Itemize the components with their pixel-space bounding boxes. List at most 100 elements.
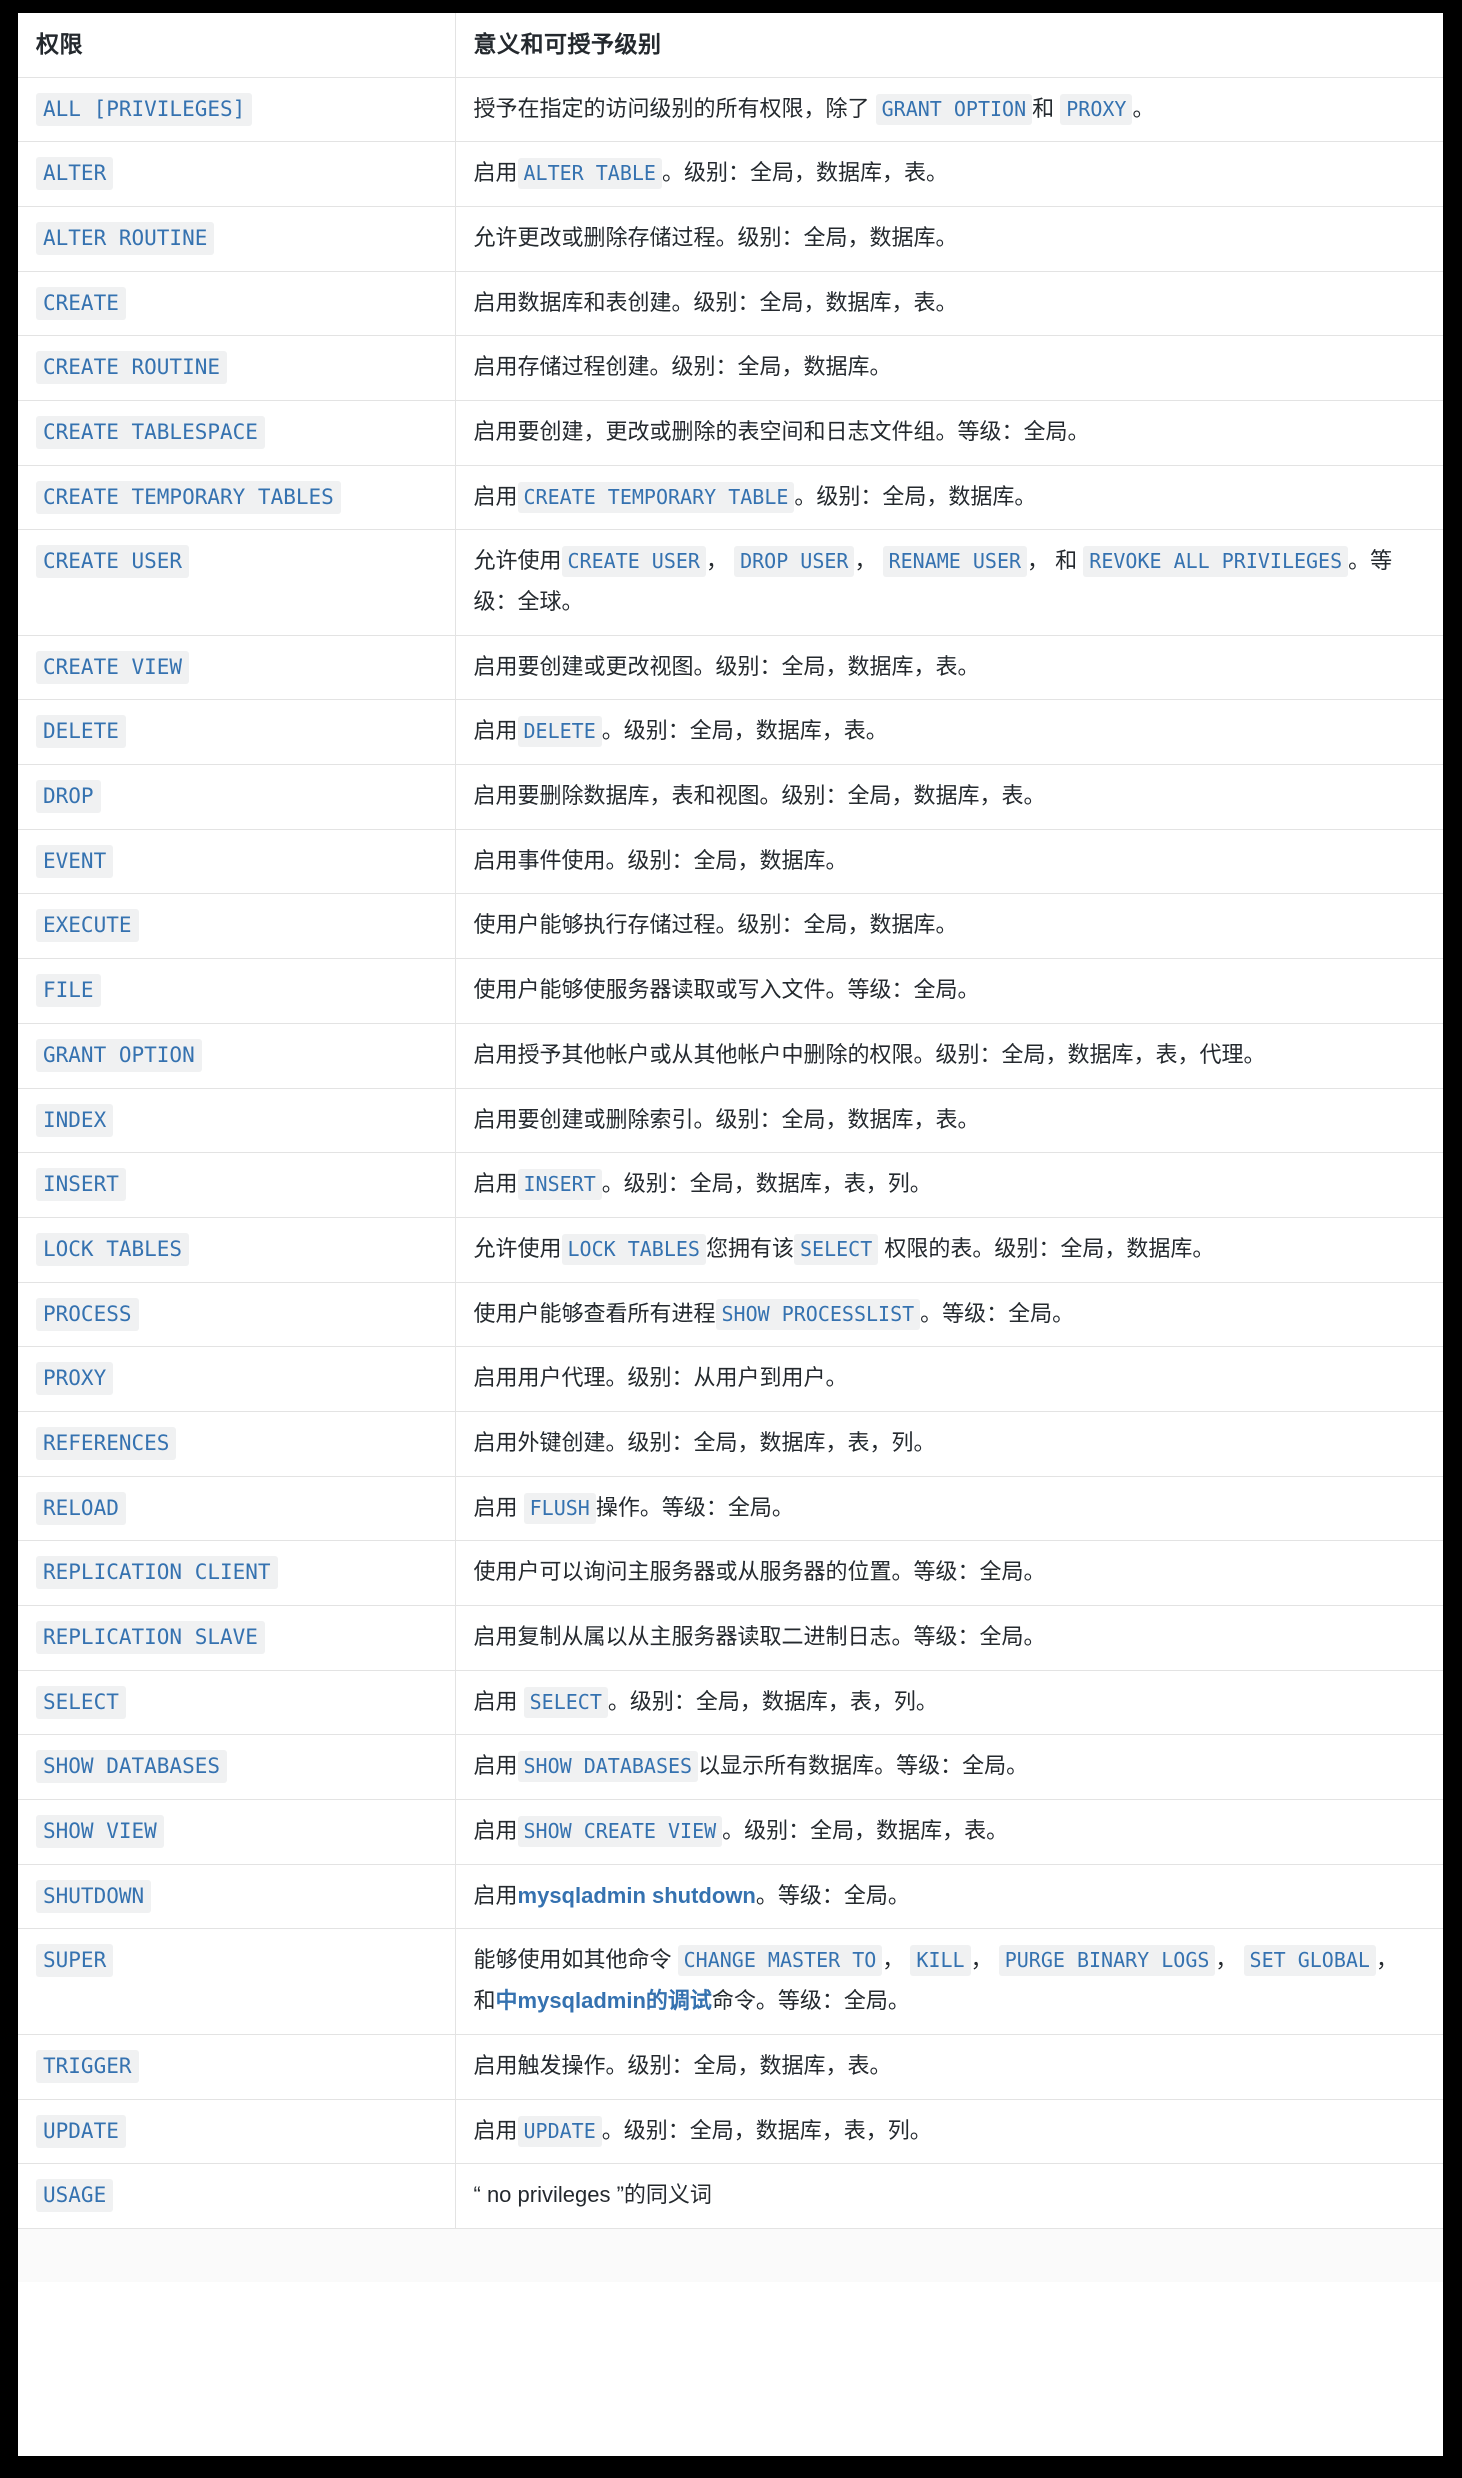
privilege-description-text: 启用 xyxy=(474,1495,524,1520)
privilege-description-code: LOCK TABLES xyxy=(562,1234,706,1265)
privilege-name-cell: CREATE TABLESPACE xyxy=(18,400,455,465)
table-footer-cell xyxy=(18,2228,1443,2282)
privilege-name-code: SHOW DATABASES xyxy=(36,1750,227,1783)
privilege-name-code: DROP xyxy=(36,780,101,813)
privilege-description-text: 启用 xyxy=(474,718,518,743)
privilege-description-text: 。级别：全局，数据库，表。 xyxy=(662,160,948,185)
privilege-description-text: 命令。等级：全局。 xyxy=(712,1988,910,2013)
privilege-description-text: 操作。等级：全局。 xyxy=(596,1495,794,1520)
table-row: SHOW VIEW启用SHOW CREATE VIEW。级别：全局，数据库，表。 xyxy=(18,1800,1443,1865)
privilege-name-cell: SHOW VIEW xyxy=(18,1800,455,1865)
privilege-name-cell: REFERENCES xyxy=(18,1411,455,1476)
privilege-name-code: EVENT xyxy=(36,845,113,878)
table-row: EXECUTE使用户能够执行存储过程。级别：全局，数据库。 xyxy=(18,894,1443,959)
privilege-description-cell: 启用要删除数据库，表和视图。级别：全局，数据库，表。 xyxy=(455,765,1443,830)
privilege-description-text: 使用户能够使服务器读取或写入文件。等级：全局。 xyxy=(474,977,980,1002)
table-row: CREATE VIEW 启用要创建或更改视图。级别：全局，数据库，表。 xyxy=(18,635,1443,700)
privilege-description-text: 启用 xyxy=(474,1818,518,1843)
privilege-name-code: CREATE TABLESPACE xyxy=(36,416,265,449)
table-row: LOCK TABLES允许使用LOCK TABLES您拥有该SELECT 权限的… xyxy=(18,1217,1443,1282)
privilege-name-cell: ALTER xyxy=(18,142,455,207)
privilege-description-cell: 启用UPDATE。级别：全局，数据库，表，列。 xyxy=(455,2099,1443,2164)
privilege-description-code: SHOW DATABASES xyxy=(518,1751,699,1782)
privilege-name-cell: CREATE xyxy=(18,271,455,336)
privilege-description-text: 启用 xyxy=(474,1689,524,1714)
privilege-name-code: CREATE VIEW xyxy=(36,651,189,684)
privilege-name-cell: TRIGGER xyxy=(18,2034,455,2099)
privilege-name-code: PROXY xyxy=(36,1362,113,1395)
privilege-name-code: LOCK TABLES xyxy=(36,1233,189,1266)
privilege-description-code: SHOW PROCESSLIST xyxy=(716,1299,921,1330)
privilege-description-cell: 启用INSERT。级别：全局，数据库，表，列。 xyxy=(455,1153,1443,1218)
privilege-description-text: 。级别：全局，数据库。 xyxy=(794,484,1036,509)
privilege-name-code: RELOAD xyxy=(36,1492,126,1525)
privilege-description-code: CHANGE MASTER TO xyxy=(678,1945,883,1976)
privilege-description-code: SELECT xyxy=(794,1234,878,1265)
table-body: ALL [PRIVILEGES]授予在指定的访问级别的所有权限，除了 GRANT… xyxy=(18,77,1443,2228)
privilege-name-cell: GRANT OPTION xyxy=(18,1023,455,1088)
privilege-description-cell: 启用复制从属以从主服务器读取二进制日志。等级：全局。 xyxy=(455,1606,1443,1671)
privilege-description-text: ， xyxy=(1215,1947,1243,1972)
privilege-description-text: 。级别：全局，数据库，表，列。 xyxy=(608,1689,938,1714)
privilege-description-cell: 启用事件使用。级别：全局，数据库。 xyxy=(455,829,1443,894)
table-row: DELETE 启用DELETE。级别：全局，数据库，表。 xyxy=(18,700,1443,765)
table-row: SHOW DATABASES启用SHOW DATABASES以显示所有数据库。等… xyxy=(18,1735,1443,1800)
privilege-description-cell: 启用SHOW DATABASES以显示所有数据库。等级：全局。 xyxy=(455,1735,1443,1800)
privilege-description-text: 启用要创建或删除索引。级别：全局，数据库，表。 xyxy=(474,1107,980,1132)
privilege-name-cell: CREATE VIEW xyxy=(18,635,455,700)
privilege-description-text: 使用户能够查看所有进程 xyxy=(474,1301,716,1326)
privilege-name-cell: SELECT xyxy=(18,1670,455,1735)
privilege-name-cell: FILE xyxy=(18,959,455,1024)
privilege-name-cell: PROCESS xyxy=(18,1282,455,1347)
privilege-description-cell: 启用 SELECT。级别：全局，数据库，表，列。 xyxy=(455,1670,1443,1735)
privilege-name-cell: USAGE xyxy=(18,2164,455,2229)
privilege-name-code: DELETE xyxy=(36,715,126,748)
table-row: GRANT OPTION启用授予其他帐户或从其他帐户中删除的权限。级别：全局，数… xyxy=(18,1023,1443,1088)
privilege-description-cell: 启用SHOW CREATE VIEW。级别：全局，数据库，表。 xyxy=(455,1800,1443,1865)
privilege-description-text: 。级别：全局，数据库，表，列。 xyxy=(602,1171,932,1196)
privilege-description-text: 。 xyxy=(1132,96,1154,121)
privilege-description-text: 能够使用如其他命令 xyxy=(474,1947,678,1972)
privilege-name-cell: LOCK TABLES xyxy=(18,1217,455,1282)
privilege-name-code: ALL [PRIVILEGES] xyxy=(36,93,252,126)
privilege-description-text: ， xyxy=(882,1947,910,1972)
privilege-description-text: 启用 xyxy=(474,160,518,185)
privilege-name-code: ALTER xyxy=(36,157,113,190)
privilege-name-code: GRANT OPTION xyxy=(36,1039,202,1072)
table-footer-row xyxy=(18,2228,1443,2282)
privilege-description-code: SET GLOBAL xyxy=(1244,1945,1376,1976)
privilege-name-code: ALTER ROUTINE xyxy=(36,222,214,255)
table-row: FILE 使用户能够使服务器读取或写入文件。等级：全局。 xyxy=(18,959,1443,1024)
privilege-description-cell: 启用ALTER TABLE。级别：全局，数据库，表。 xyxy=(455,142,1443,207)
privilege-name-code: CREATE USER xyxy=(36,545,189,578)
privilege-description-text: 启用 xyxy=(474,484,518,509)
table-row: EVENT 启用事件使用。级别：全局，数据库。 xyxy=(18,829,1443,894)
privilege-description-text: 使用户可以询问主服务器或从服务器的位置。等级：全局。 xyxy=(474,1559,1046,1584)
privilege-description-text: 允许使用 xyxy=(474,548,562,573)
privilege-description-link[interactable]: 中mysqladmin的调试 xyxy=(496,1988,712,2013)
privilege-description-cell: 启用存储过程创建。级别：全局，数据库。 xyxy=(455,336,1443,401)
privilege-description-link[interactable]: mysqladmin shutdown xyxy=(518,1883,756,1908)
table-row: PROXY 启用用户代理。级别：从用户到用户。 xyxy=(18,1347,1443,1412)
privilege-description-cell: “ no privileges ”的同义词 xyxy=(455,2164,1443,2229)
privilege-name-code: SELECT xyxy=(36,1686,126,1719)
privilege-description-cell: 允许使用CREATE USER， DROP USER， RENAME USER，… xyxy=(455,530,1443,635)
privilege-name-code: CREATE TEMPORARY TABLES xyxy=(36,481,341,514)
privilege-description-cell: 允许使用LOCK TABLES您拥有该SELECT 权限的表。级别：全局，数据库… xyxy=(455,1217,1443,1282)
privilege-description-cell: 启用DELETE。级别：全局，数据库，表。 xyxy=(455,700,1443,765)
privilege-description-text: 启用用户代理。级别：从用户到用户。 xyxy=(474,1365,848,1390)
privilege-description-text: 。级别：全局，数据库，表，列。 xyxy=(602,2118,932,2143)
privilege-description-text: 启用要创建或更改视图。级别：全局，数据库，表。 xyxy=(474,654,980,679)
privilege-description-cell: 启用要创建，更改或删除的表空间和日志文件组。等级：全局。 xyxy=(455,400,1443,465)
privilege-description-cell: 启用数据库和表创建。级别：全局，数据库，表。 xyxy=(455,271,1443,336)
privilege-description-text: 。等级：全局。 xyxy=(756,1883,910,1908)
privilege-description-code: INSERT xyxy=(518,1169,602,1200)
privilege-description-cell: 使用户能够执行存储过程。级别：全局，数据库。 xyxy=(455,894,1443,959)
privilege-description-code: CREATE TEMPORARY TABLE xyxy=(518,482,795,513)
privilege-name-cell: REPLICATION CLIENT xyxy=(18,1541,455,1606)
privilege-description-text: 。级别：全局，数据库，表。 xyxy=(602,718,888,743)
privilege-description-cell: 启用触发操作。级别：全局，数据库，表。 xyxy=(455,2034,1443,2099)
privilege-description-text: 启用数据库和表创建。级别：全局，数据库，表。 xyxy=(474,290,958,315)
privilege-description-cell: 启用mysqladmin shutdown。等级：全局。 xyxy=(455,1864,1443,1929)
table-row: ALTER ROUTINE允许更改或删除存储过程。级别：全局，数据库。 xyxy=(18,206,1443,271)
